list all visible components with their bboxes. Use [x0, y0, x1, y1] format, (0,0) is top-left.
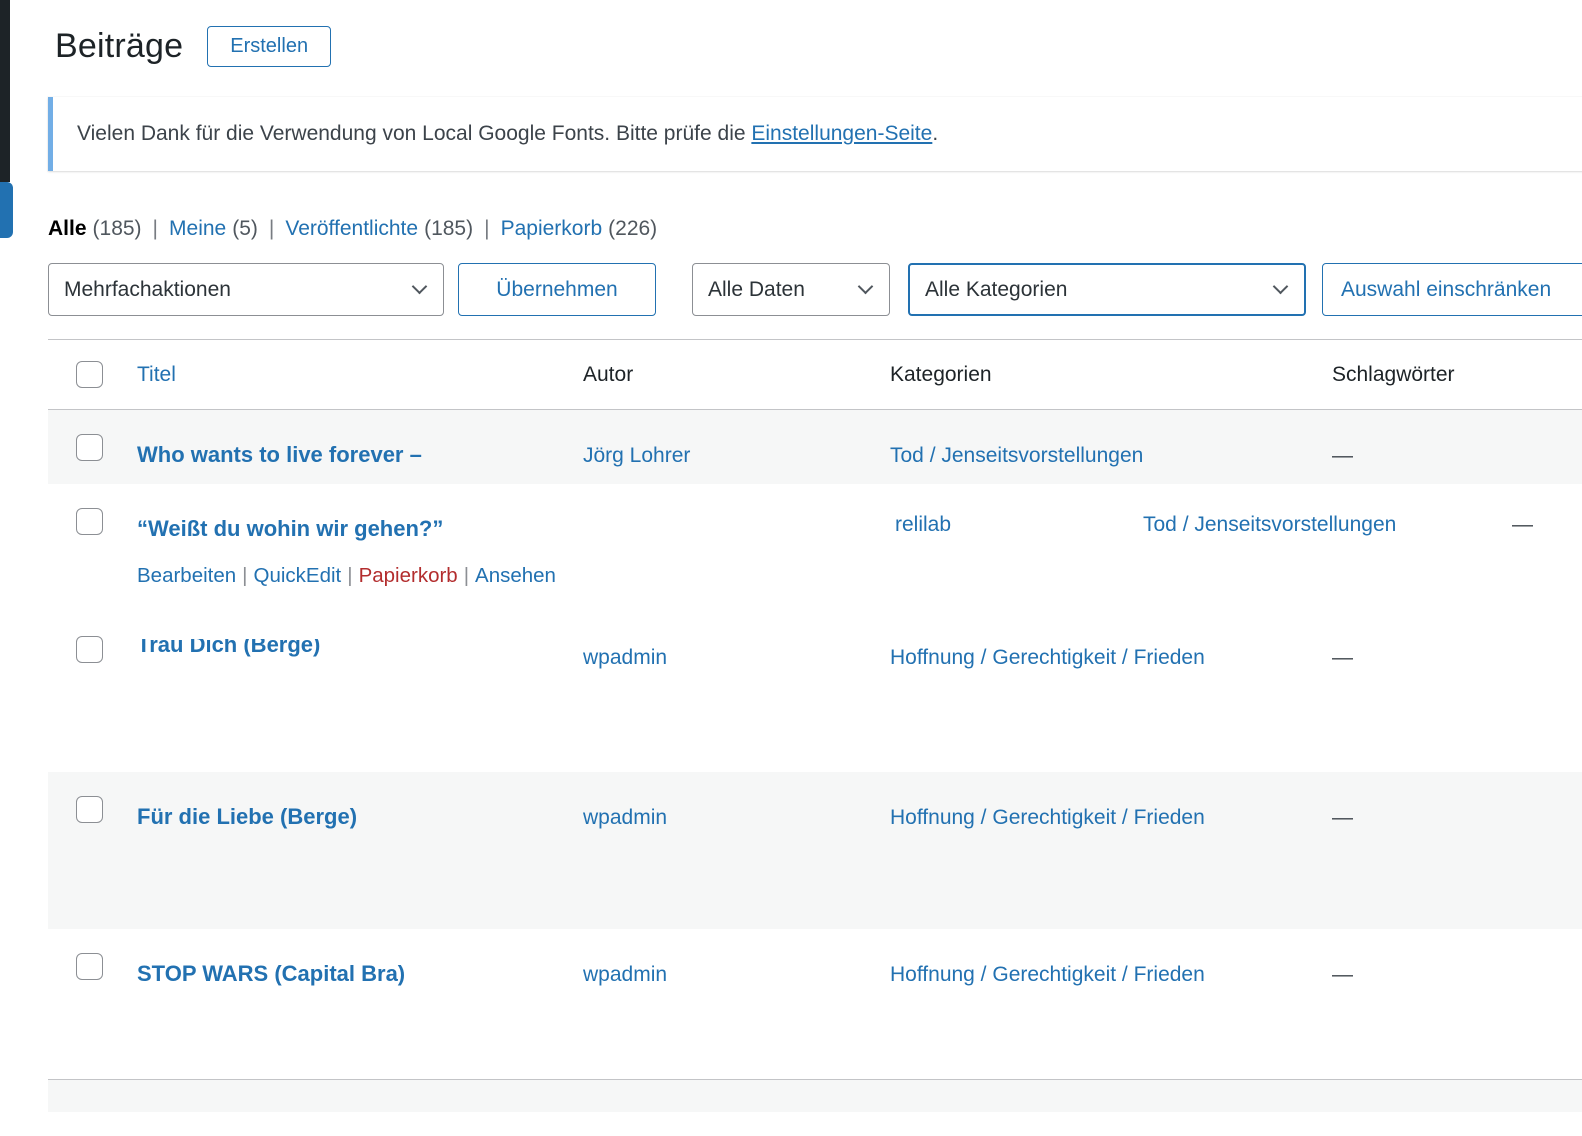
tags-value: —: [1332, 444, 1353, 467]
apply-button[interactable]: Übernehmen: [458, 263, 656, 316]
post-title-link[interactable]: Für die Liebe (Berge): [137, 802, 357, 833]
table-header-row: Titel Autor Kategorien Schlagwörter: [48, 340, 1582, 410]
column-header-author: Autor: [578, 363, 885, 387]
view-action-link[interactable]: Ansehen: [475, 564, 556, 587]
row-checkbox[interactable]: [76, 636, 103, 663]
create-post-button[interactable]: Erstellen: [207, 26, 331, 67]
filter-mine[interactable]: Meine(5): [169, 217, 258, 241]
author-link[interactable]: wpadmin: [583, 806, 667, 829]
row-checkbox[interactable]: [76, 953, 103, 980]
table-footer: [48, 1079, 1582, 1112]
row-actions: Bearbeiten|QuickEdit|Papierkorb|Ansehen: [137, 562, 578, 591]
table-row: “Weißt du wohin wir gehen?” Bearbeiten|Q…: [48, 484, 1582, 612]
categories-link[interactable]: relilab: [895, 513, 951, 536]
posts-table: Titel Autor Kategorien Schlagwörter Who …: [48, 339, 1582, 1079]
plugin-notice: Vielen Dank für die Verwendung von Local…: [48, 97, 1582, 171]
tags-value: —: [1332, 963, 1353, 986]
filter-separator: |: [484, 217, 489, 241]
table-row: Trau Dich (Berge) wpadmin Hoffnung / Ger…: [48, 612, 1582, 772]
notice-text-end: .: [932, 122, 938, 145]
quick-edit-action-link[interactable]: QuickEdit: [254, 564, 342, 587]
table-row: Für die Liebe (Berge) wpadmin Hoffnung /…: [48, 772, 1582, 929]
notice-text: Vielen Dank für die Verwendung von Local…: [77, 122, 751, 145]
tags-value: —: [1512, 513, 1533, 536]
edit-action-link[interactable]: Bearbeiten: [137, 564, 236, 587]
table-row: Who wants to live forever – Jörg Lohrer …: [48, 410, 1582, 484]
trash-action-link[interactable]: Papierkorb: [359, 564, 458, 587]
author-link[interactable]: wpadmin: [583, 963, 667, 986]
tags-value: —: [1332, 806, 1353, 829]
list-toolbar: Mehrfachaktionen Übernehmen Alle Daten A…: [48, 263, 1582, 317]
row-checkbox[interactable]: [76, 434, 103, 461]
dates-filter-select[interactable]: Alle Daten: [692, 263, 890, 316]
post-status-filters: Alle(185) | Meine(5) | Veröffentlichte(1…: [48, 217, 1582, 241]
post-title-link[interactable]: Trau Dich (Berge): [137, 639, 578, 661]
post-title-clip: Trau Dich (Berge): [137, 639, 578, 661]
post-title-link[interactable]: Who wants to live forever –: [137, 440, 422, 471]
posts-list-page: Beiträge Erstellen Vielen Dank für die V…: [0, 0, 1582, 1112]
categories-link[interactable]: Tod / Jenseitsvorstellungen: [890, 444, 1143, 467]
bulk-actions-select[interactable]: Mehrfachaktionen: [48, 263, 444, 316]
filter-published[interactable]: Veröffentlichte(185): [285, 217, 473, 241]
author-link[interactable]: wpadmin: [583, 646, 667, 669]
settings-page-link[interactable]: Einstellungen-Seite: [751, 122, 932, 145]
post-title-link[interactable]: STOP WARS (Capital Bra): [137, 959, 405, 990]
row-checkbox[interactable]: [76, 508, 103, 535]
categories-link[interactable]: Hoffnung / Gerechtigkeit / Frieden: [890, 646, 1205, 669]
chevron-down-icon: [412, 279, 428, 295]
filter-button[interactable]: Auswahl einschränken: [1322, 263, 1582, 316]
table-row: STOP WARS (Capital Bra) wpadmin Hoffnung…: [48, 929, 1582, 1079]
page-title: Beiträge: [55, 27, 183, 66]
row-checkbox[interactable]: [76, 796, 103, 823]
chevron-down-icon: [1273, 279, 1289, 295]
post-title-link[interactable]: “Weißt du wohin wir gehen?”: [137, 514, 443, 545]
categories-link[interactable]: Tod / Jenseitsvorstellungen: [1143, 513, 1396, 536]
filter-trash[interactable]: Papierkorb(226): [501, 217, 658, 241]
filter-separator: |: [153, 217, 158, 241]
filter-all[interactable]: Alle(185): [48, 217, 142, 241]
author-link[interactable]: Jörg Lohrer: [583, 444, 690, 467]
categories-filter-select[interactable]: Alle Kategorien: [908, 263, 1306, 316]
page-header: Beiträge Erstellen: [0, 0, 1582, 67]
categories-link[interactable]: Hoffnung / Gerechtigkeit / Frieden: [890, 806, 1205, 829]
column-header-title[interactable]: Titel: [130, 363, 578, 387]
chevron-down-icon: [858, 279, 874, 295]
tags-value: —: [1332, 646, 1353, 669]
column-header-categories: Kategorien: [885, 363, 1327, 387]
select-all-checkbox[interactable]: [76, 361, 103, 388]
filter-separator: |: [269, 217, 274, 241]
column-header-tags: Schlagwörter: [1327, 363, 1582, 387]
categories-link[interactable]: Hoffnung / Gerechtigkeit / Frieden: [890, 963, 1205, 986]
